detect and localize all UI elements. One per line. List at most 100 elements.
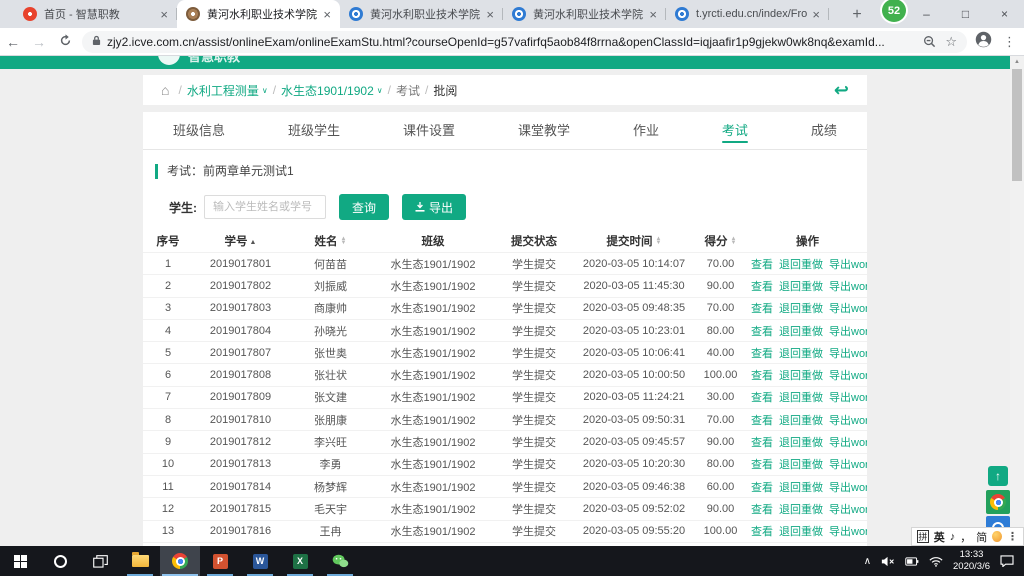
tab-close-icon[interactable]: × bbox=[486, 7, 494, 22]
tray-chevron-icon[interactable]: ∧ bbox=[864, 556, 871, 567]
action-link[interactable]: 查看 bbox=[751, 504, 773, 516]
action-link[interactable]: 退回重做 bbox=[779, 392, 823, 404]
maximize-button[interactable]: □ bbox=[946, 0, 985, 28]
chevron-down-icon[interactable]: ∨ bbox=[377, 86, 383, 95]
action-link[interactable]: 退回重做 bbox=[779, 482, 823, 494]
tab-close-icon[interactable]: × bbox=[160, 7, 168, 22]
return-arrow-icon[interactable]: ↩ bbox=[834, 81, 849, 99]
action-link[interactable]: 导出word bbox=[829, 459, 867, 471]
action-link[interactable]: 查看 bbox=[751, 303, 773, 315]
col-name[interactable]: 姓名▲▼ bbox=[288, 233, 373, 249]
address-bar[interactable]: zjy2.icve.com.cn/assist/onlineExam/onlin… bbox=[82, 31, 967, 53]
word-button[interactable]: W bbox=[240, 546, 280, 576]
action-link[interactable]: 导出word bbox=[829, 303, 867, 315]
action-link[interactable]: 导出word bbox=[829, 415, 867, 427]
action-link[interactable]: 退回重做 bbox=[779, 504, 823, 516]
browser-tab[interactable]: t.yrcti.edu.cn/index/Front× bbox=[666, 0, 829, 28]
action-link[interactable]: 查看 bbox=[751, 482, 773, 494]
chrome-taskbar-button[interactable] bbox=[160, 546, 200, 576]
action-link[interactable]: 导出word bbox=[829, 437, 867, 449]
task-view-button[interactable] bbox=[80, 546, 120, 576]
action-link[interactable]: 查看 bbox=[751, 392, 773, 404]
browser-tab[interactable]: 黄河水利职业技术学院× bbox=[177, 0, 340, 28]
page-scrollbar[interactable]: ▲ ▼ bbox=[1010, 56, 1024, 546]
col-student-id[interactable]: 学号▲ bbox=[193, 233, 288, 249]
file-explorer-button[interactable] bbox=[120, 546, 160, 576]
action-link[interactable]: 导出word bbox=[829, 370, 867, 382]
back-icon[interactable]: ← bbox=[0, 34, 26, 50]
action-link[interactable]: 退回重做 bbox=[779, 437, 823, 449]
action-link[interactable]: 退回重做 bbox=[779, 348, 823, 360]
breadcrumb-class[interactable]: 水生态1901/1902 bbox=[281, 82, 374, 99]
volume-muted-icon[interactable] bbox=[881, 556, 895, 567]
ime-more-icon[interactable]: ⋮ bbox=[1007, 530, 1018, 543]
course-tab-6[interactable]: 成绩 bbox=[811, 112, 837, 150]
browser-menu-icon[interactable]: ⋮ bbox=[1003, 34, 1016, 50]
forward-icon[interactable]: → bbox=[26, 34, 52, 50]
action-link[interactable]: 退回重做 bbox=[779, 370, 823, 382]
start-button[interactable] bbox=[0, 546, 40, 576]
chevron-down-icon[interactable]: ∨ bbox=[262, 86, 268, 95]
ime-english-toggle[interactable]: 英 bbox=[934, 529, 945, 545]
action-link[interactable]: 查看 bbox=[751, 415, 773, 427]
tab-close-icon[interactable]: × bbox=[812, 7, 820, 22]
battery-icon[interactable] bbox=[905, 557, 919, 566]
col-submit-time[interactable]: 提交时间▲▼ bbox=[575, 233, 693, 249]
action-link[interactable]: 查看 bbox=[751, 259, 773, 271]
action-link[interactable]: 导出word bbox=[829, 326, 867, 338]
ime-pinyin-icon[interactable]: 拼 bbox=[917, 530, 929, 543]
action-link[interactable]: 退回重做 bbox=[779, 326, 823, 338]
cortana-button[interactable] bbox=[40, 546, 80, 576]
course-tab-3[interactable]: 课堂教学 bbox=[518, 112, 570, 150]
course-tab-5[interactable]: 考试 bbox=[722, 112, 748, 150]
wechat-button[interactable] bbox=[320, 546, 360, 576]
wifi-icon[interactable] bbox=[929, 556, 943, 567]
course-tab-2[interactable]: 课件设置 bbox=[403, 112, 455, 150]
action-center-icon[interactable] bbox=[1000, 555, 1014, 567]
scrollbar-thumb[interactable] bbox=[1012, 69, 1022, 181]
taskbar-clock[interactable]: 13:33 2020/3/6 bbox=[953, 549, 990, 573]
browser-tab[interactable]: 黄河水利职业技术学院× bbox=[340, 0, 503, 28]
action-link[interactable]: 导出word bbox=[829, 281, 867, 293]
ime-emoji-icon[interactable] bbox=[992, 531, 1002, 542]
chrome-widget-icon[interactable] bbox=[986, 490, 1010, 514]
action-link[interactable]: 退回重做 bbox=[779, 281, 823, 293]
browser-tab[interactable]: 黄河水利职业技术学院× bbox=[503, 0, 666, 28]
scroll-up-icon[interactable]: ▲ bbox=[1010, 56, 1024, 68]
action-link[interactable]: 查看 bbox=[751, 437, 773, 449]
course-tab-0[interactable]: 班级信息 bbox=[173, 112, 225, 150]
action-link[interactable]: 退回重做 bbox=[779, 526, 823, 538]
zoom-out-icon[interactable] bbox=[923, 35, 936, 48]
new-tab-button[interactable]: + bbox=[845, 3, 869, 27]
action-link[interactable]: 查看 bbox=[751, 526, 773, 538]
export-button[interactable]: 导出 bbox=[402, 194, 466, 220]
action-link[interactable]: 退回重做 bbox=[779, 303, 823, 315]
action-link[interactable]: 导出word bbox=[829, 504, 867, 516]
tab-close-icon[interactable]: × bbox=[323, 7, 331, 22]
student-search-input[interactable] bbox=[204, 195, 326, 219]
profile-avatar-icon[interactable] bbox=[975, 31, 992, 53]
back-to-top-button[interactable]: ↑ bbox=[988, 466, 1008, 486]
course-tab-1[interactable]: 班级学生 bbox=[288, 112, 340, 150]
action-link[interactable]: 查看 bbox=[751, 348, 773, 360]
bookmark-star-icon[interactable]: ☆ bbox=[945, 34, 957, 50]
home-icon[interactable]: ⌂ bbox=[161, 82, 169, 98]
ime-punct-icon[interactable]: ， bbox=[960, 529, 971, 545]
ime-sound-icon[interactable]: ♪ bbox=[950, 531, 956, 543]
action-link[interactable]: 查看 bbox=[751, 281, 773, 293]
action-link[interactable]: 查看 bbox=[751, 459, 773, 471]
excel-button[interactable]: X bbox=[280, 546, 320, 576]
action-link[interactable]: 导出word bbox=[829, 259, 867, 271]
ime-simplified-toggle[interactable]: 简 bbox=[976, 529, 987, 545]
close-button[interactable]: × bbox=[985, 0, 1024, 28]
breadcrumb-course[interactable]: 水利工程测量 bbox=[187, 82, 259, 99]
action-link[interactable]: 导出word bbox=[829, 392, 867, 404]
query-button[interactable]: 查询 bbox=[339, 194, 389, 220]
action-link[interactable]: 查看 bbox=[751, 370, 773, 382]
action-link[interactable]: 导出word bbox=[829, 526, 867, 538]
action-link[interactable]: 退回重做 bbox=[779, 259, 823, 271]
reload-icon[interactable] bbox=[52, 34, 78, 50]
action-link[interactable]: 导出word bbox=[829, 348, 867, 360]
action-link[interactable]: 查看 bbox=[751, 326, 773, 338]
minimize-button[interactable]: – bbox=[907, 0, 946, 28]
